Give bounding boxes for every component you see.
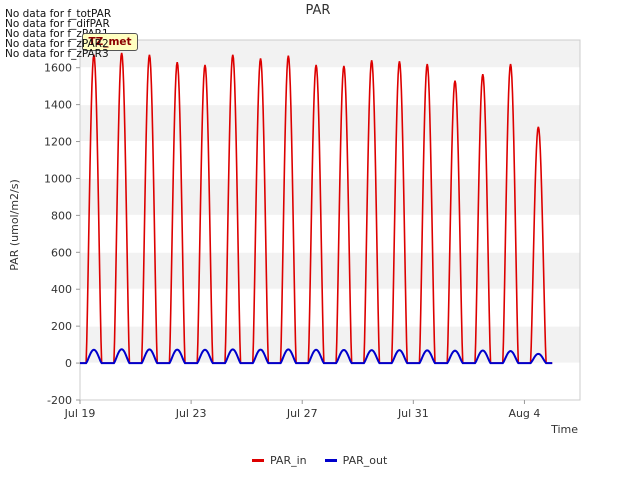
- x-tick-label: Aug 4: [508, 407, 540, 420]
- y-axis-title: PAR (umol/m2/s): [8, 179, 21, 271]
- legend-swatch-par-in: [252, 459, 264, 462]
- y-tick-label: 200: [51, 320, 72, 333]
- x-tick-label: Jul 27: [286, 407, 318, 420]
- legend-label-par-out: PAR_out: [342, 454, 388, 467]
- legend: PAR_in PAR_out: [252, 454, 387, 467]
- background-band: [80, 40, 580, 68]
- background-bands: [80, 40, 580, 364]
- y-tick-label: 400: [51, 283, 72, 296]
- y-tick-label: -200: [47, 394, 72, 407]
- y-tick-label: 1400: [44, 99, 72, 112]
- y-axis-ticks: -200 0 200 400 600 800 1000 1200 1400 1600: [44, 62, 80, 407]
- legend-item-par-out: PAR_out: [324, 454, 388, 467]
- y-tick-label: 1000: [44, 172, 72, 185]
- x-tick-label: Jul 19: [64, 407, 96, 420]
- legend-item-par-in: PAR_in: [252, 454, 307, 467]
- y-tick-label: 0: [65, 357, 72, 370]
- y-tick-label: 600: [51, 246, 72, 259]
- y-tick-label: 800: [51, 209, 72, 222]
- x-axis-ticks: Jul 19 Jul 23 Jul 27 Jul 31 Aug 4: [64, 400, 540, 420]
- background-band: [80, 178, 580, 216]
- y-tick-label: 1600: [44, 62, 72, 75]
- no-data-note-zpar3: No data for f_zPAR3: [5, 48, 109, 60]
- background-band: [80, 104, 580, 142]
- chart-title: PAR: [306, 3, 331, 18]
- x-tick-label: Jul 23: [175, 407, 207, 420]
- x-tick-label: Jul 31: [397, 407, 429, 420]
- legend-label-par-in: PAR_in: [270, 454, 307, 467]
- par-chart: -200 0 200 400 600 800 1000 1200 1400 1600 Jul 19…: [8, 3, 581, 436]
- x-axis-title: Time: [550, 423, 578, 436]
- y-tick-label: 1200: [44, 136, 72, 149]
- legend-swatch-par-out: [324, 459, 337, 462]
